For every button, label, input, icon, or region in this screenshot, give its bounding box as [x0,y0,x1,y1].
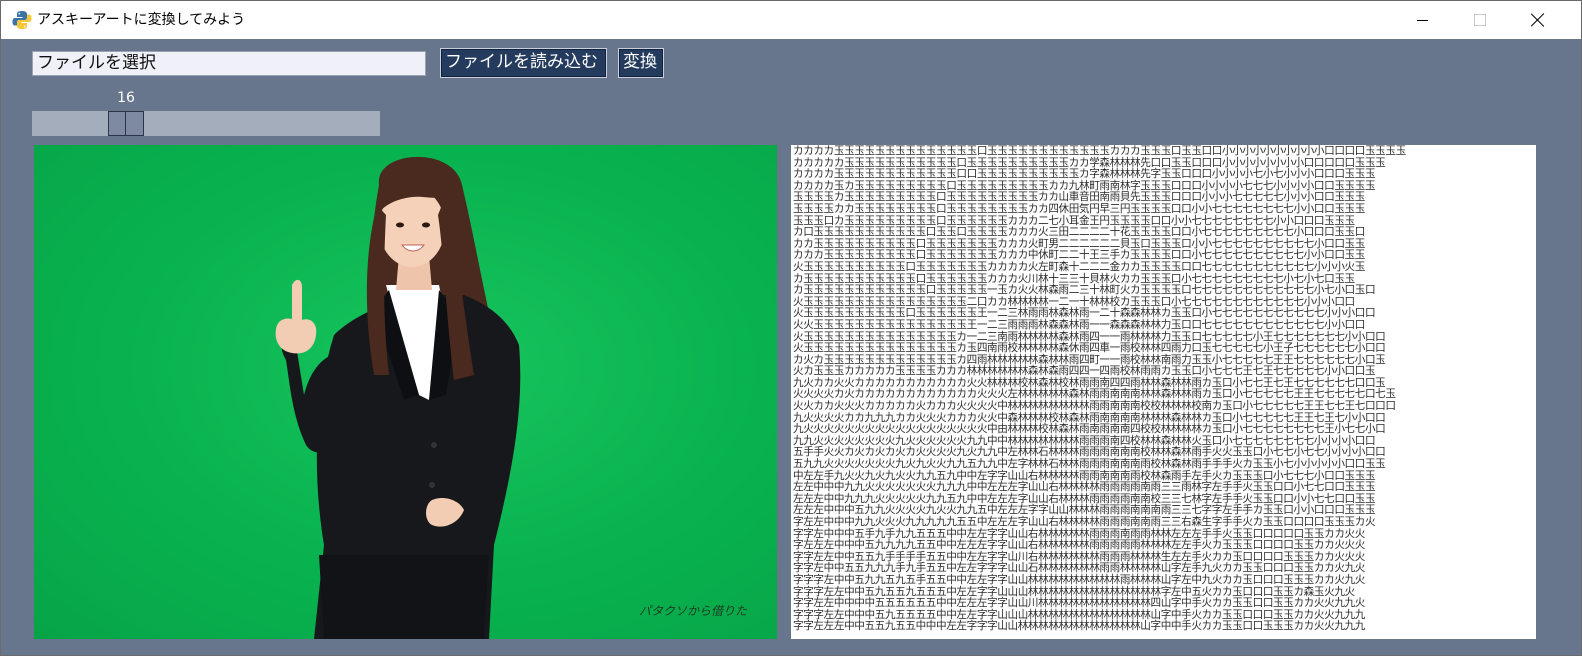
maximize-button[interactable] [1451,1,1509,39]
load-file-button[interactable]: ファイルを読み込む [440,48,607,78]
source-image: パタクソから借りた [34,145,777,639]
convert-button[interactable]: 変換 [618,48,664,78]
close-icon [1531,13,1545,27]
woman-in-suit-illustration [275,156,521,639]
size-slider-track[interactable] [32,111,380,136]
python-icon [12,10,32,30]
ascii-art-text: カカカカ玉玉玉玉玉玉玉玉玉玉玉玉玉玉口玉玉玉玉玉玉玉玉玉玉玉玉カカカ玉玉玉口玉玉… [793,145,1406,633]
size-slider-thumb[interactable] [108,111,144,136]
title-bar[interactable]: アスキーアートに変換してみよう [1,1,1581,39]
file-path-input[interactable]: ファイルを選択 [32,51,426,76]
minimize-button[interactable] [1393,1,1451,39]
minimize-icon [1416,19,1428,21]
maximize-icon [1474,14,1486,26]
close-button[interactable] [1509,1,1567,39]
ascii-output-panel: カカカカ玉玉玉玉玉玉玉玉玉玉玉玉玉玉口玉玉玉玉玉玉玉玉玉玉玉玉カカカ玉玉玉口玉玉… [791,145,1536,639]
window-title: アスキーアートに変換してみよう [37,12,246,28]
app-window: アスキーアートに変換してみよう ファイルを選択 ファイルを読み込む 変換 16 [0,0,1582,656]
slider-value-label: 16 [117,90,135,106]
photo-credit: パタクソから借りた [638,604,747,618]
